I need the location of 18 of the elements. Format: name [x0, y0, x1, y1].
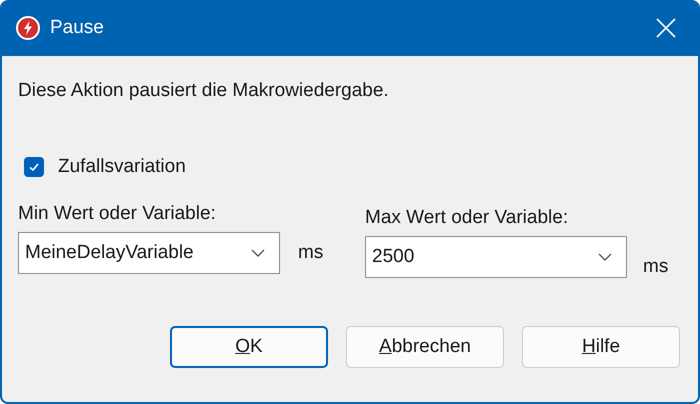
field-label: Min Wert oder Variable: [18, 202, 217, 226]
close-icon[interactable] [656, 18, 676, 38]
check-icon [28, 161, 40, 173]
chevron-down-icon[interactable] [251, 249, 265, 257]
unit-label: ms [643, 255, 668, 279]
window-title: Pause [50, 17, 105, 39]
combo-box[interactable]: MeineDelayVariable [18, 232, 280, 274]
checkbox-label: Zufallsvariation [58, 155, 186, 179]
dialog-button[interactable]: Abbrechen [346, 326, 504, 368]
unit-label: ms [298, 241, 324, 265]
lightning-icon [16, 16, 40, 40]
chevron-down-icon[interactable] [598, 253, 612, 261]
description-text: Diese Aktion pausiert die Makrowiedergabe. [18, 79, 390, 103]
dialog-button[interactable]: OK [170, 326, 328, 368]
checkbox[interactable] [24, 157, 44, 177]
field-label: Max Wert oder Variable: [365, 206, 570, 230]
dialog-button[interactable]: Hilfe [522, 326, 680, 368]
combo-box[interactable]: 2500 [365, 236, 627, 278]
